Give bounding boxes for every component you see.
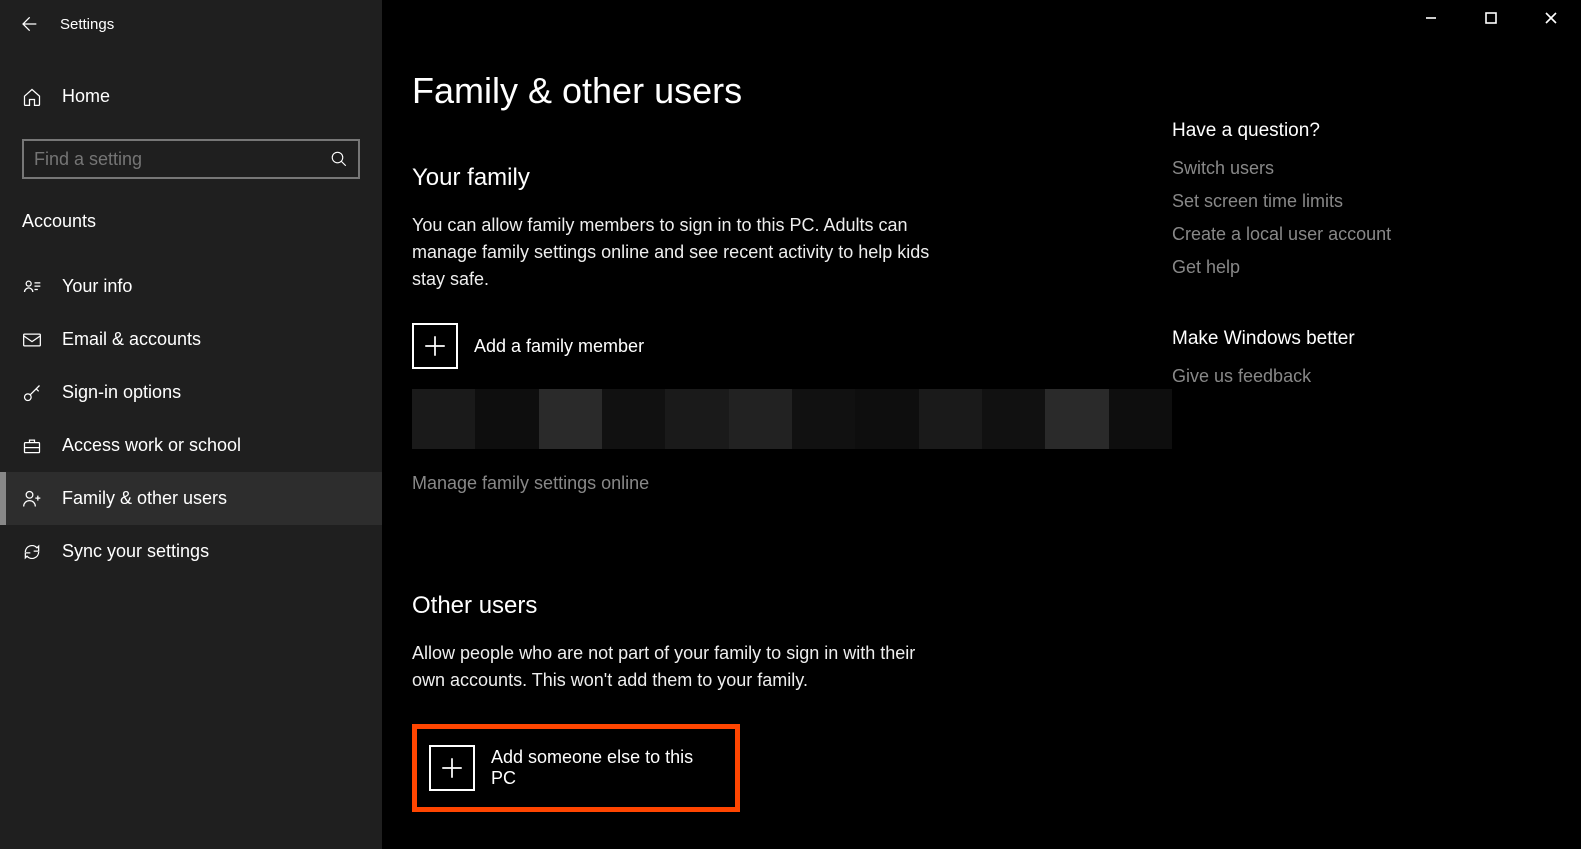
sync-icon <box>22 542 42 562</box>
help-link-screen-time[interactable]: Set screen time limits <box>1172 191 1512 212</box>
home-nav[interactable]: Home <box>0 72 382 121</box>
feedback-heading: Make Windows better <box>1172 328 1512 350</box>
window-controls <box>1401 0 1581 36</box>
sidebar-item-label: Your info <box>62 276 132 297</box>
feedback-link[interactable]: Give us feedback <box>1172 366 1512 387</box>
add-someone-label: Add someone else to this PC <box>491 747 723 789</box>
help-link-switch-users[interactable]: Switch users <box>1172 158 1512 179</box>
close-button[interactable] <box>1521 0 1581 36</box>
sidebar: Settings Home Accounts Your info Email &… <box>0 0 382 849</box>
plus-icon <box>429 745 475 791</box>
add-family-label: Add a family member <box>474 336 644 357</box>
sidebar-item-work[interactable]: Access work or school <box>0 419 382 472</box>
other-users-desc: Allow people who are not part of your fa… <box>412 640 932 694</box>
email-icon <box>22 330 42 350</box>
key-icon <box>22 383 42 403</box>
your-family-heading: Your family <box>412 164 1172 192</box>
your-family-section: Your family You can allow family members… <box>412 164 1172 544</box>
add-family-member-button[interactable]: Add a family member <box>412 323 1172 369</box>
sidebar-item-signin[interactable]: Sign-in options <box>0 366 382 419</box>
sidebar-item-family[interactable]: Family & other users <box>0 472 382 525</box>
help-link-get-help[interactable]: Get help <box>1172 257 1512 278</box>
main-content: Family & other users Your family You can… <box>382 0 1581 849</box>
manage-family-link[interactable]: Manage family settings online <box>412 473 649 494</box>
other-users-heading: Other users <box>412 592 1172 620</box>
family-icon <box>22 489 42 509</box>
sidebar-item-sync[interactable]: Sync your settings <box>0 525 382 578</box>
window-title: Settings <box>60 16 114 33</box>
home-icon <box>22 87 42 107</box>
category-label: Accounts <box>22 211 360 232</box>
add-someone-highlight: Add someone else to this PC <box>412 724 740 812</box>
search-box[interactable] <box>22 139 360 179</box>
sidebar-item-label: Sign-in options <box>62 382 181 403</box>
plus-icon <box>412 323 458 369</box>
sidebar-item-email[interactable]: Email & accounts <box>0 313 382 366</box>
home-label: Home <box>62 86 110 107</box>
family-member-entry[interactable] <box>412 389 1172 449</box>
search-icon <box>330 150 348 168</box>
sidebar-item-label: Sync your settings <box>62 541 209 562</box>
sidebar-item-label: Family & other users <box>62 488 227 509</box>
back-button[interactable] <box>18 14 38 34</box>
other-users-section: Other users Allow people who are not par… <box>412 592 1172 812</box>
minimize-button[interactable] <box>1401 0 1461 36</box>
nav-list: Your info Email & accounts Sign-in optio… <box>0 260 382 578</box>
search-input[interactable] <box>34 149 330 170</box>
sidebar-item-your-info[interactable]: Your info <box>0 260 382 313</box>
person-card-icon <box>22 277 42 297</box>
help-panel: Have a question? Switch users Set screen… <box>1172 70 1512 849</box>
sidebar-item-label: Access work or school <box>62 435 241 456</box>
maximize-button[interactable] <box>1461 0 1521 36</box>
add-someone-button[interactable]: Add someone else to this PC <box>429 745 723 791</box>
briefcase-icon <box>22 436 42 456</box>
your-family-desc: You can allow family members to sign in … <box>412 212 932 293</box>
question-heading: Have a question? <box>1172 120 1512 142</box>
sidebar-item-label: Email & accounts <box>62 329 201 350</box>
help-link-local-account[interactable]: Create a local user account <box>1172 224 1512 245</box>
page-title: Family & other users <box>412 70 1172 112</box>
